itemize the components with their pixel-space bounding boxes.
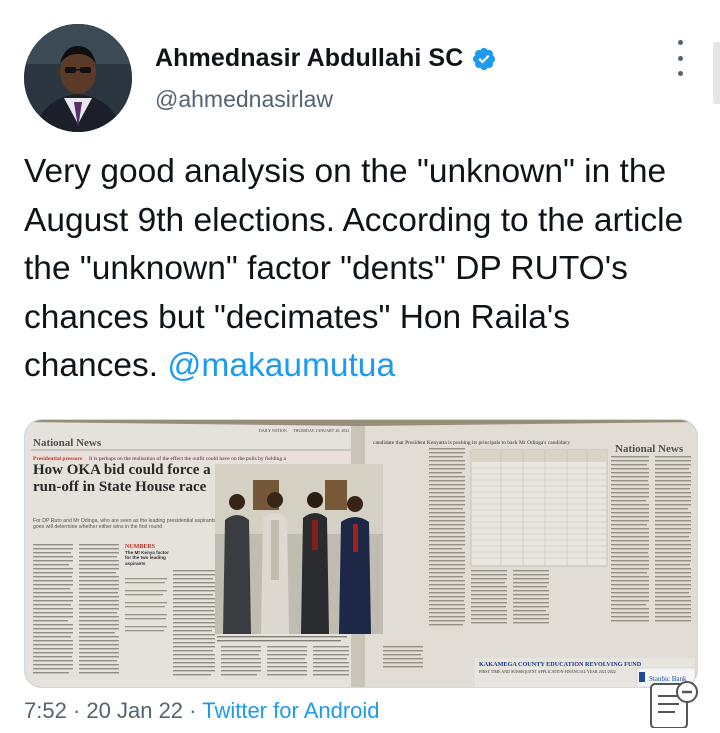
mention-link[interactable]: @makaumutua	[167, 347, 395, 384]
tweet-time[interactable]: 7:52	[24, 698, 67, 723]
author-handle[interactable]: @ahmednasirlaw	[155, 86, 333, 113]
dot	[677, 71, 683, 76]
separator: ·	[72, 698, 81, 723]
floating-notes-button[interactable]	[647, 680, 703, 729]
verified-badge-icon	[473, 47, 496, 70]
tweet-text: Very good analysis on the "unknown" in t…	[24, 148, 704, 391]
dot	[677, 40, 683, 45]
author-name-row[interactable]: Ahmednasir Abdullahi SC	[155, 44, 497, 73]
tweet-media-image[interactable]: National News National News DAILY NATION…	[24, 419, 698, 688]
notes-icon	[650, 681, 698, 729]
tweet-date[interactable]: 20 Jan 22	[86, 698, 183, 723]
separator: ·	[189, 698, 197, 723]
scrollbar[interactable]	[713, 42, 720, 104]
newspaper-photo: National News National News DAILY NATION…	[25, 420, 697, 687]
profile-photo-icon	[24, 24, 132, 132]
author-name[interactable]: Ahmednasir Abdullahi SC	[155, 44, 463, 73]
avatar[interactable]	[24, 24, 132, 132]
tweet-source-link[interactable]: Twitter for Android	[202, 698, 379, 723]
more-options-icon[interactable]	[666, 40, 694, 76]
tweet-meta: 7:52 · 20 Jan 22 · Twitter for Android	[24, 698, 380, 724]
dot	[677, 55, 683, 61]
